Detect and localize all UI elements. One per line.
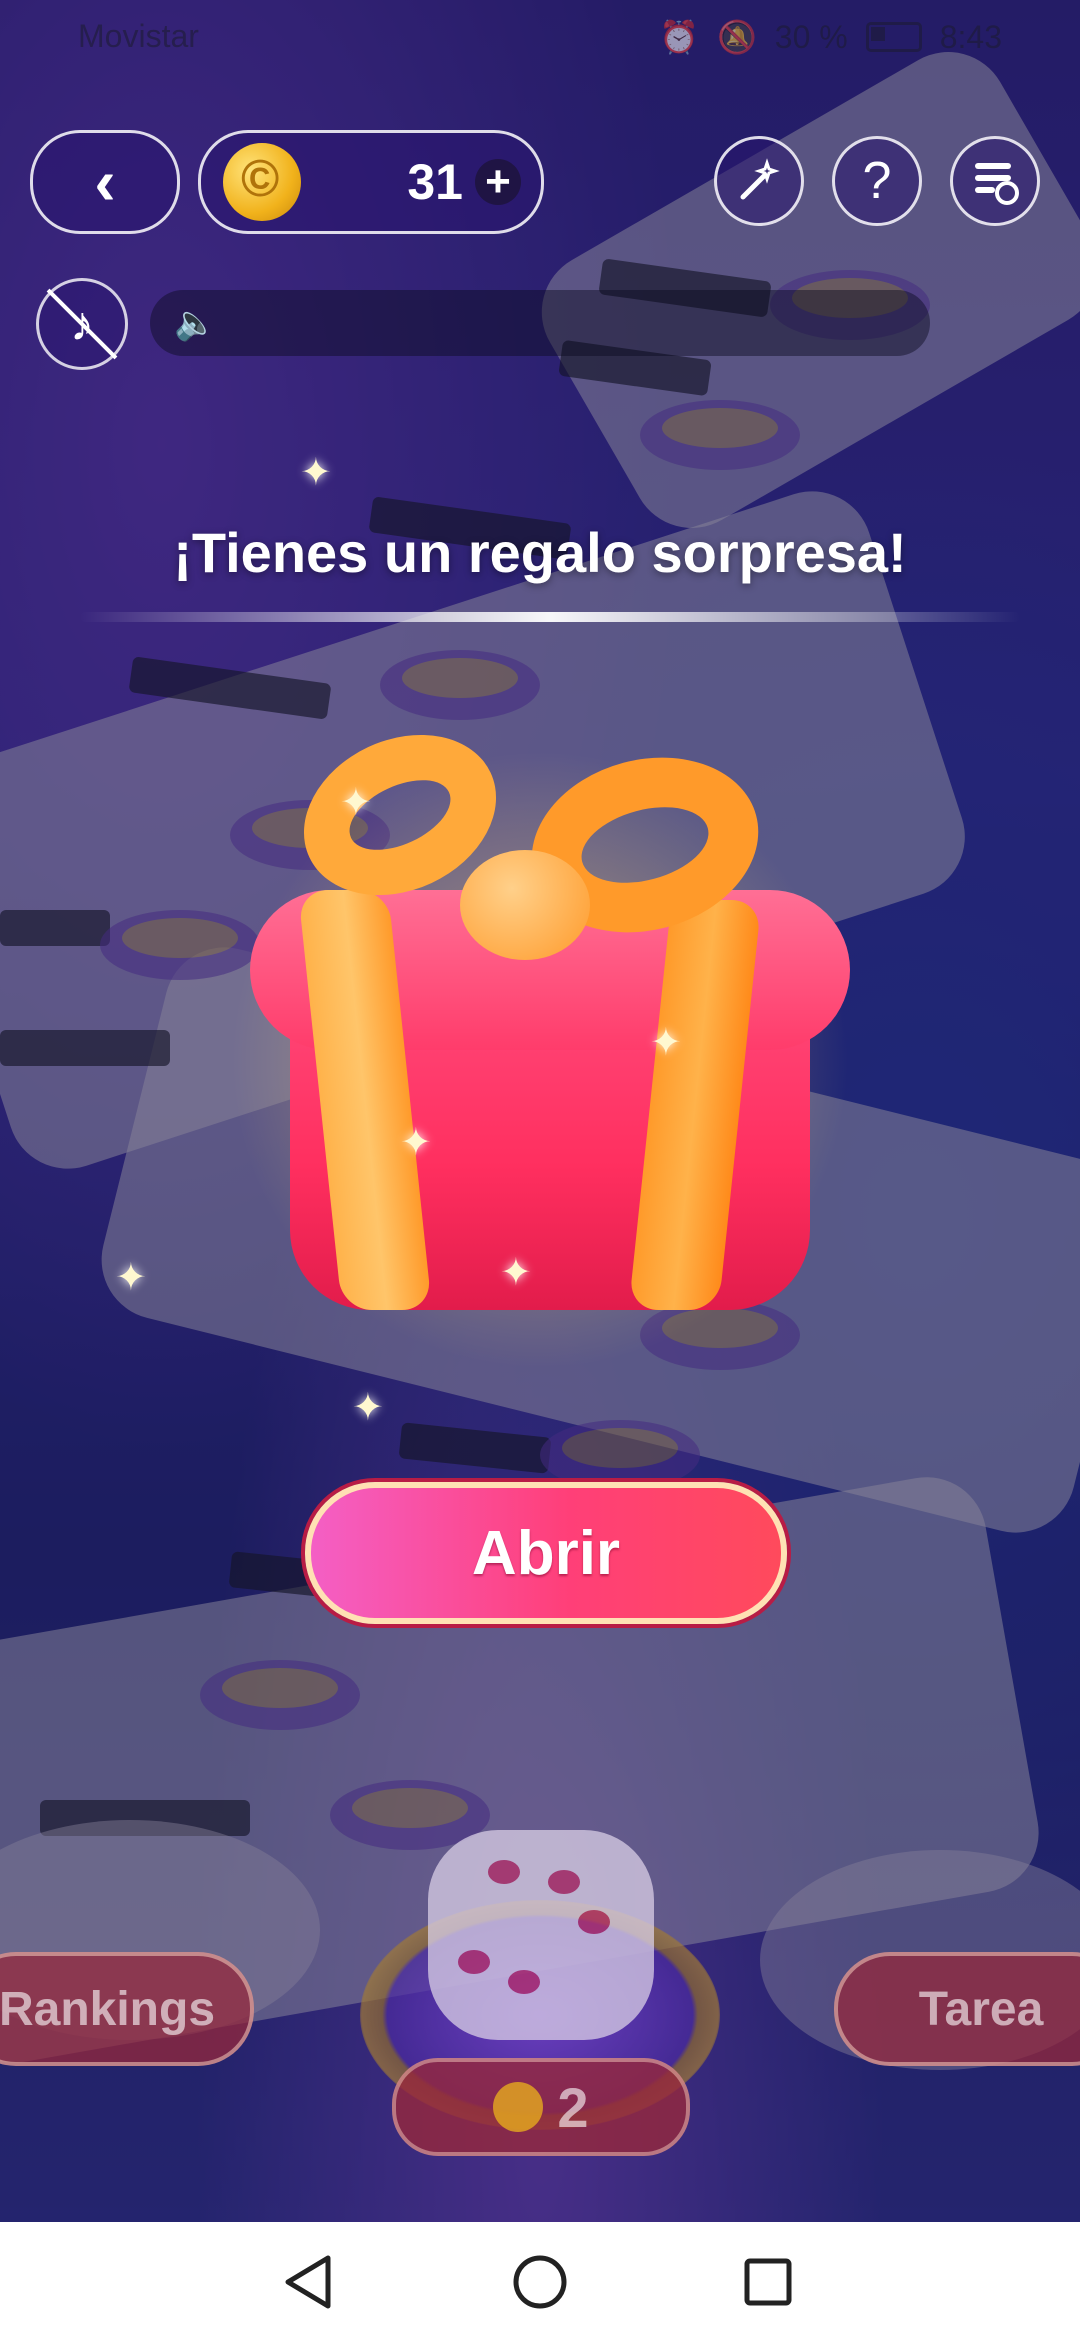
coin-icon — [223, 143, 301, 221]
roll-cost-value: 2 — [557, 2075, 589, 2139]
chevron-left-icon: ‹ — [94, 146, 116, 218]
sparkle-icon: ✦ — [500, 1252, 532, 1294]
battery-percent: 30 % — [774, 18, 848, 55]
triangle-back-icon — [285, 2255, 331, 2309]
gift-title: ¡Tienes un regalo sorpresa! — [173, 521, 907, 584]
sparkle-icon: ✦ — [400, 1122, 432, 1164]
music-note-icon: ♪ — [70, 297, 94, 351]
circle-home-icon — [513, 2255, 567, 2309]
music-toggle-button[interactable]: ♪ — [36, 278, 128, 370]
coin-balance[interactable]: 31 + — [198, 130, 544, 234]
battery-icon — [865, 22, 922, 52]
title-glow-divider — [80, 612, 1020, 622]
roll-cost-badge[interactable]: 2 — [392, 2058, 690, 2156]
status-icons: ⏰ 🔕 30 % 8:43 — [659, 18, 1002, 56]
mute-notification-icon: 🔕 — [716, 19, 757, 55]
sparkle-icon: ✦ — [340, 782, 372, 824]
nav-back-button[interactable] — [276, 2250, 340, 2314]
clock: 8:43 — [939, 18, 1002, 55]
gift-box-image: ✦ ✦ ✦ ✦ — [190, 704, 890, 1380]
gift-bow-knot — [460, 850, 590, 960]
history-list-icon — [975, 163, 1019, 205]
announcement-bar: 🔈 — [150, 290, 930, 356]
alarm-icon: ⏰ — [659, 19, 699, 55]
help-button[interactable]: ? — [832, 136, 922, 226]
sparkle-icon: ✦ — [300, 452, 332, 494]
speaker-icon: 🔈 — [174, 304, 217, 342]
sparkle-icon: ✦ — [115, 1257, 147, 1299]
square-recents-icon — [744, 2258, 792, 2306]
carrier-label: Movistar — [78, 18, 199, 54]
sparkle-icon: ✦ — [650, 1022, 682, 1064]
nav-home-button[interactable] — [508, 2250, 572, 2314]
magic-wand-button[interactable] — [714, 136, 804, 226]
open-gift-button[interactable]: Abrir — [305, 1482, 787, 1624]
add-coins-button[interactable]: + — [475, 159, 521, 205]
task-button[interactable]: Tarea — [834, 1952, 1080, 2066]
magic-wand-icon — [740, 158, 780, 200]
coin-count: 31 — [407, 154, 463, 210]
history-button[interactable] — [950, 136, 1040, 226]
back-button[interactable]: ‹ — [30, 130, 180, 234]
coin-icon — [493, 2082, 544, 2132]
nav-recents-button[interactable] — [736, 2250, 800, 2314]
question-icon: ? — [862, 152, 892, 210]
rankings-button[interactable]: Rankings — [0, 1952, 254, 2066]
system-navigation-bar — [0, 2222, 1080, 2340]
status-bar: Movistar ⏰ 🔕 30 % 8:43 — [0, 0, 1080, 72]
dice-icon[interactable] — [428, 1830, 654, 2040]
sparkle-icon: ✦ — [352, 1387, 384, 1429]
